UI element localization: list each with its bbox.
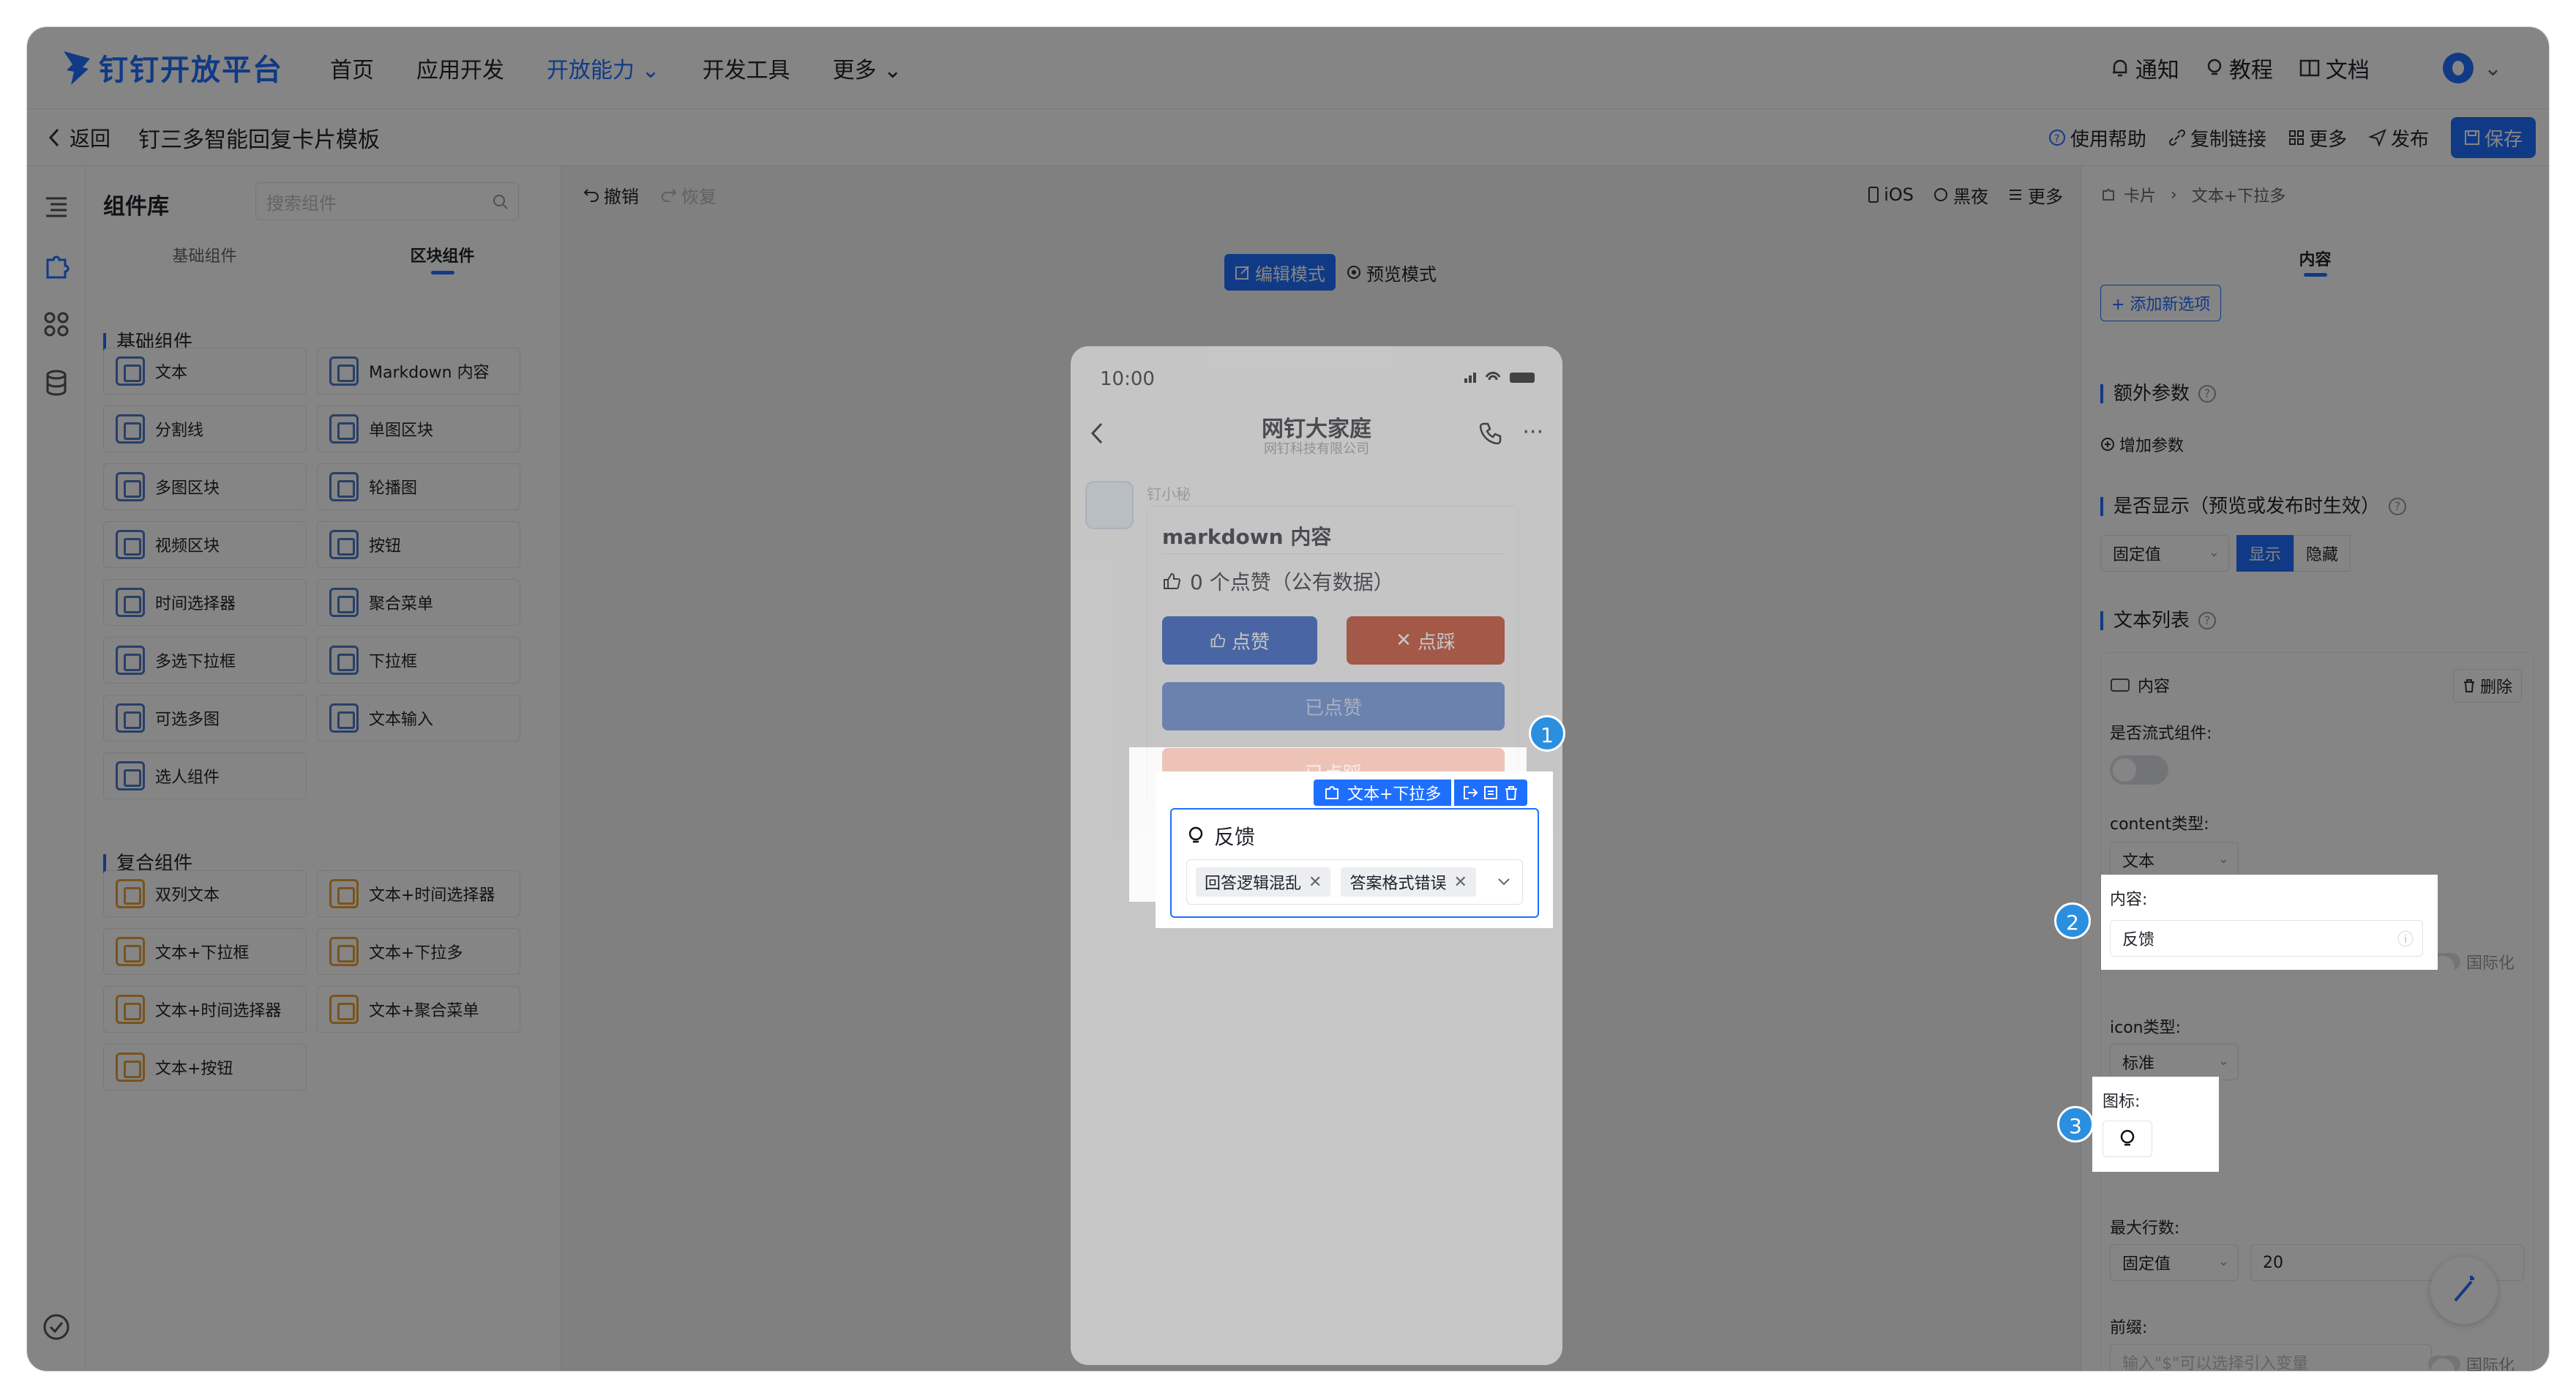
lightbulb-icon	[2120, 1129, 2135, 1146]
card-title: markdown 内容	[1162, 525, 1332, 549]
likes-summary: 0 个点赞（公有数据）	[1162, 567, 1394, 596]
chat-header: 网钉大家庭 网钉科技有限公司 ···	[1071, 405, 1562, 471]
feedback-tag[interactable]: 答案格式错误 ✕	[1341, 867, 1476, 897]
dim-overlay	[27, 747, 1129, 1371]
feedback-tag-label: 答案格式错误	[1349, 875, 1447, 893]
chevron-down-icon	[1498, 878, 1510, 886]
close-icon[interactable]: ✕	[1453, 873, 1467, 891]
feedback-tag[interactable]: 回答逻辑混乱 ✕	[1196, 867, 1331, 897]
puzzle-icon	[1325, 786, 1338, 799]
card-divider	[1162, 553, 1503, 554]
thumbs-up-icon	[1210, 633, 1226, 648]
copy-icon[interactable]	[1483, 785, 1499, 801]
icon-picker[interactable]	[2103, 1121, 2152, 1157]
step-badge-3: 3	[2057, 1106, 2094, 1143]
feedback-header: 反馈	[1188, 821, 1255, 851]
feedback-label: 反馈	[1214, 825, 1256, 849]
phone-time: 10:00	[1100, 368, 1155, 390]
close-icon[interactable]: ✕	[1308, 873, 1322, 891]
component-name-label: 文本+下拉多	[1347, 785, 1442, 804]
content-label: 内容:	[2110, 891, 2148, 909]
phone-call-icon[interactable]	[1479, 419, 1504, 444]
content-input[interactable]: 反馈 ⓘ	[2110, 920, 2423, 957]
component-toolbar: 文本+下拉多	[1314, 780, 1528, 806]
more-dots-icon[interactable]: ···	[1522, 419, 1543, 445]
dim-overlay	[1527, 747, 2549, 1371]
move-out-icon[interactable]	[1462, 785, 1478, 801]
step-badge-1: 1	[1529, 715, 1565, 752]
like-button[interactable]: 点赞	[1162, 616, 1317, 665]
bot-avatar	[1085, 481, 1134, 529]
step-badge-2: 2	[2054, 902, 2091, 939]
close-icon: ✕	[1396, 629, 1412, 651]
content-field-highlight: 内容: 反馈 ⓘ	[2101, 875, 2438, 970]
thumbs-up-icon	[1164, 572, 1181, 589]
trash-icon[interactable]	[1503, 785, 1519, 801]
icon-field-highlight: 图标:	[2092, 1077, 2219, 1172]
dislike-label: 点踩	[1417, 631, 1456, 654]
component-actions	[1454, 780, 1528, 806]
app-window: 钉钉开放平台 首页 应用开发 开放能力 ⌄ 开发工具 更多 ⌄ 通知 教程 文档…	[26, 26, 2550, 1372]
component-name-tag[interactable]: 文本+下拉多	[1314, 780, 1452, 806]
feedback-multiselect[interactable]: 回答逻辑混乱 ✕ 答案格式错误 ✕	[1186, 859, 1523, 905]
liked-state-button: 已点赞	[1162, 682, 1505, 730]
signal-battery-icon	[1464, 371, 1535, 383]
feedback-tag-label: 回答逻辑混乱	[1205, 875, 1302, 893]
info-icon: ⓘ	[2397, 931, 2414, 949]
bot-name: 钉小秘	[1147, 485, 1191, 503]
card-preview: markdown 内容 0 个点赞（公有数据） 点赞 ✕点踩 已点赞 已点踩	[1147, 506, 1519, 806]
like-label: 点赞	[1231, 631, 1270, 654]
likes-text: 0 个点赞（公有数据）	[1190, 570, 1394, 594]
liked-label: 已点赞	[1304, 697, 1362, 719]
lightbulb-icon	[1188, 826, 1203, 843]
feedback-component[interactable]: 反馈 回答逻辑混乱 ✕ 答案格式错误 ✕	[1170, 808, 1539, 918]
icon-label: 图标:	[2103, 1093, 2141, 1111]
dislike-button[interactable]: ✕ 点踩	[1347, 616, 1505, 665]
content-value: 反馈	[2122, 931, 2155, 949]
